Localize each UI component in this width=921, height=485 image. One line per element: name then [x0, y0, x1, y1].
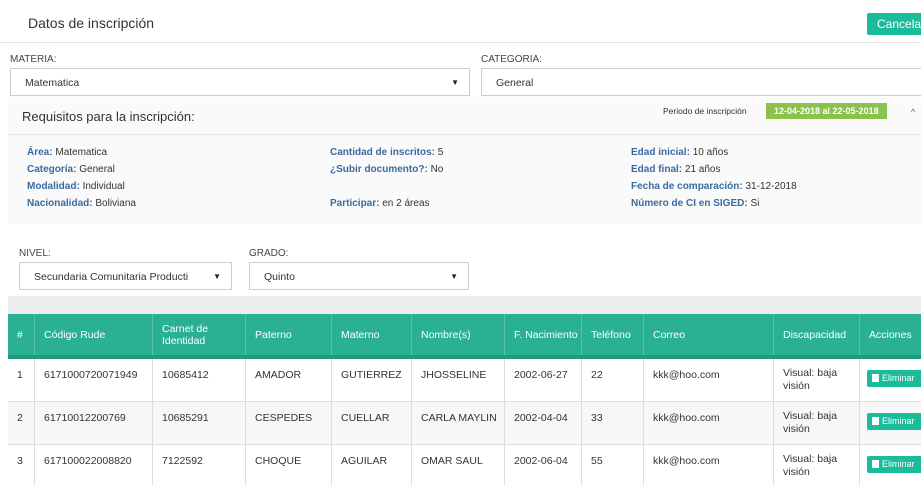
grado-label: GRADO:	[249, 248, 289, 259]
chevron-down-icon: ▼	[450, 272, 458, 281]
cell-nombres: OMAR SAUL	[412, 445, 505, 485]
cell-correo: kkk@hoo.com	[644, 445, 774, 485]
col-header-discapacidad: Discapacidad	[774, 314, 860, 355]
col-header-correo: Correo	[644, 314, 774, 355]
period-badge: 12-04-2018 al 22-05-2018	[766, 103, 887, 119]
chevron-up-icon[interactable]: ^	[911, 107, 915, 117]
cell-discapacidad: Visual: baja visión	[774, 445, 860, 485]
req-edad-final: Edad final: 21 años	[631, 164, 721, 175]
req-area: Área: Matematica	[27, 147, 108, 158]
delete-button[interactable]: Eliminar	[867, 456, 921, 473]
req-fecha-comparacion: Fecha de comparación: 31-12-2018	[631, 181, 797, 192]
top-bar: Datos de inscripción Cancela	[0, 0, 921, 43]
cell-carnet: 10685412	[153, 359, 246, 401]
cell-telefono: 55	[582, 445, 644, 485]
cell-paterno: CHOQUE	[246, 445, 332, 485]
cell-index: 3	[8, 445, 35, 485]
cell-f-nacimiento: 2002-06-04	[505, 445, 582, 485]
nivel-select[interactable]: Secundaria Comunitaria Producti ▼	[19, 262, 232, 290]
categoria-label: CATEGORIA:	[481, 54, 542, 65]
chevron-down-icon: ▼	[209, 272, 221, 281]
cancel-button[interactable]: Cancela	[867, 13, 921, 35]
table-header: # Código Rude Carnet de Identidad Patern…	[8, 314, 921, 359]
col-header-codigo-rude: Código Rude	[35, 314, 153, 355]
req-modalidad: Modalidad: Individual	[27, 181, 125, 192]
req-subir-documento: ¿Subir documento?: No	[330, 164, 444, 175]
delete-button[interactable]: Eliminar	[867, 370, 921, 387]
cell-index: 2	[8, 402, 35, 444]
cell-correo: kkk@hoo.com	[644, 359, 774, 401]
cell-f-nacimiento: 2002-06-27	[505, 359, 582, 401]
req-participar: Participar: en 2 áreas	[330, 198, 430, 209]
cell-f-nacimiento: 2002-04-04	[505, 402, 582, 444]
page-title: Datos de inscripción	[28, 15, 155, 31]
materia-select[interactable]: Matematica ▼	[10, 68, 470, 96]
period-label: Periodo de inscripción	[663, 106, 747, 116]
categoria-select[interactable]: General	[481, 68, 921, 96]
delete-button[interactable]: Eliminar	[867, 413, 921, 430]
materia-value: Matematica	[25, 77, 80, 89]
col-header-telefono: Teléfono	[582, 314, 644, 355]
cell-paterno: CESPEDES	[246, 402, 332, 444]
grado-value: Quinto	[264, 271, 295, 283]
req-nacionalidad: Nacionalidad: Boliviana	[27, 198, 136, 209]
cell-materno: AGUILAR	[332, 445, 412, 485]
cell-correo: kkk@hoo.com	[644, 402, 774, 444]
table-row: 2 61710012200769 10685291 CESPEDES CUELL…	[8, 402, 921, 445]
table-row: 3 617100022008820 7122592 CHOQUE AGUILAR…	[8, 445, 921, 485]
cell-materno: GUTIERREZ	[332, 359, 412, 401]
categoria-value: General	[496, 77, 534, 89]
cell-paterno: AMADOR	[246, 359, 332, 401]
cell-codigo-rude: 617100022008820	[35, 445, 153, 485]
cell-nombres: CARLA MAYLIN	[412, 402, 505, 444]
req-edad-inicial: Edad inicial: 10 años	[631, 147, 729, 158]
chevron-down-icon: ▼	[451, 78, 459, 87]
requirements-title: Requisitos para la inscripción:	[22, 109, 195, 124]
cell-nombres: JHOSSELINE	[412, 359, 505, 401]
req-ci-siged: Número de CI en SIGED: Si	[631, 198, 760, 209]
trash-icon	[872, 417, 879, 425]
cell-carnet: 7122592	[153, 445, 246, 485]
col-header-nombres: Nombre(s)	[412, 314, 505, 355]
cell-materno: CUELLAR	[332, 402, 412, 444]
col-header-paterno: Paterno	[246, 314, 332, 355]
requirements-header[interactable]: Requisitos para la inscripción: Periodo …	[8, 97, 921, 135]
cell-discapacidad: Visual: baja visión	[774, 402, 860, 444]
cell-codigo-rude: 61710012200769	[35, 402, 153, 444]
cell-codigo-rude: 6171000720071949	[35, 359, 153, 401]
materia-label: MATERIA:	[10, 54, 57, 65]
col-header-f-nacimiento: F. Nacimiento	[505, 314, 582, 355]
requirements-panel: Requisitos para la inscripción: Periodo …	[8, 97, 921, 224]
col-header-materno: Materno	[332, 314, 412, 355]
cell-telefono: 22	[582, 359, 644, 401]
col-header-acciones: Acciones	[869, 328, 912, 341]
col-header-index: #	[8, 314, 35, 355]
req-cantidad-inscritos: Cantidad de inscritos: 5	[330, 147, 444, 158]
table-top-band	[8, 296, 921, 314]
grado-select[interactable]: Quinto ▼	[249, 262, 469, 290]
cell-index: 1	[8, 359, 35, 401]
cell-telefono: 33	[582, 402, 644, 444]
nivel-value: Secundaria Comunitaria Producti	[34, 271, 189, 283]
cell-carnet: 10685291	[153, 402, 246, 444]
trash-icon	[872, 374, 879, 382]
table-row: 1 6171000720071949 10685412 AMADOR GUTIE…	[8, 359, 921, 402]
cell-discapacidad: Visual: baja visión	[774, 359, 860, 401]
col-header-carnet: Carnet de Identidad	[153, 314, 246, 355]
nivel-label: NIVEL:	[19, 248, 51, 259]
trash-icon	[872, 460, 879, 468]
req-categoria: Categoría: General	[27, 164, 115, 175]
